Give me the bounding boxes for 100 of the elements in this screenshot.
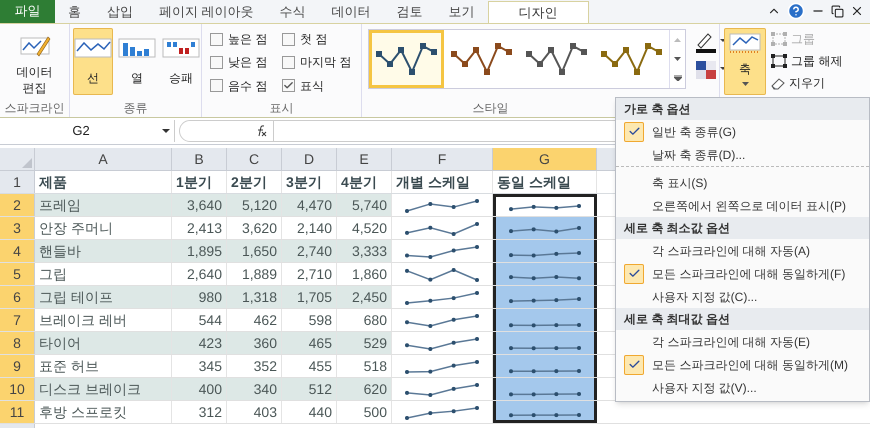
check-icon — [624, 354, 644, 374]
table-cell: 620 — [337, 378, 392, 400]
menu-item[interactable]: 모든 스파크라인에 대해 동일하게(M) — [616, 353, 869, 376]
row-header[interactable]: 1 — [0, 171, 35, 193]
table-cell: 980 — [172, 286, 227, 308]
checkbox[interactable]: 표식 — [282, 76, 362, 96]
column-header[interactable]: A — [35, 148, 172, 170]
table-cell: 5,740 — [337, 194, 392, 216]
group-command-button[interactable]: 그룹 해제 — [770, 51, 842, 70]
checkbox[interactable]: 마지막 점 — [282, 52, 362, 72]
column-heading: 4분기 — [337, 171, 392, 193]
axis-button[interactable]: 축 — [724, 28, 766, 95]
row-header[interactable]: 2 — [0, 194, 35, 216]
caret-icon — [742, 82, 748, 86]
table-cell: 340 — [227, 378, 282, 400]
checkbox[interactable]: 첫 점 — [282, 29, 362, 49]
menu-item[interactable]: 각 스파크라인에 대해 자동(E) — [616, 330, 869, 353]
checkbox[interactable]: 높은 점 — [210, 29, 282, 49]
ribbon-tab[interactable]: 보기 — [436, 1, 488, 23]
table-cell: 3,640 — [172, 194, 227, 216]
edit-data-button[interactable]: 데이터 편집 — [14, 32, 54, 96]
column-header[interactable]: E — [337, 148, 392, 170]
menu-item[interactable]: 날짜 축 종류(D)... — [616, 143, 869, 167]
dropdown-arrow-icon[interactable] — [162, 129, 170, 133]
checkbox[interactable]: 음수 점 — [210, 76, 282, 96]
row-header[interactable]: 9 — [0, 355, 35, 377]
check-icon — [283, 80, 294, 92]
menu-section-title: 세로 축 최대값 옵션 — [616, 308, 869, 330]
table-cell: 2,450 — [337, 286, 392, 308]
check-icon — [624, 122, 644, 142]
sparkline-type-button[interactable]: 선 — [73, 28, 113, 95]
table-cell: 1,705 — [282, 286, 337, 308]
row-header[interactable]: 8 — [0, 332, 35, 354]
ribbon-tab[interactable]: 삽입 — [94, 1, 146, 23]
column-heading: 동일 스케일 — [493, 171, 597, 193]
column-heading: 3분기 — [282, 171, 337, 193]
menu-section-title: 세로 축 최소값 옵션 — [616, 217, 869, 239]
ribbon-tab[interactable]: 데이터 — [318, 1, 384, 23]
row-header[interactable]: 10 — [0, 378, 35, 400]
name-box[interactable]: G2 — [0, 120, 175, 142]
marker-color-icon[interactable] — [694, 59, 726, 81]
row-header[interactable]: 5 — [0, 263, 35, 285]
menu-item[interactable]: 각 스파크라인에 대해 자동(A) — [616, 239, 869, 262]
column-heading: 1분기 — [172, 171, 227, 193]
menu-item[interactable]: 축 표시(S) — [616, 171, 869, 194]
table-cell: 512 — [282, 378, 337, 400]
ribbon-tab[interactable]: 수식 — [266, 1, 319, 23]
more-arrow-icon — [674, 75, 682, 82]
close-icon[interactable] — [850, 4, 864, 18]
group-command-button[interactable]: 지우기 — [770, 73, 842, 92]
up-arrow-icon — [674, 38, 681, 42]
table-cell: 1,650 — [227, 240, 282, 262]
column-heading: 2분기 — [227, 171, 282, 193]
table-cell: 465 — [282, 332, 337, 354]
column-header[interactable]: G — [493, 148, 597, 170]
menu-item[interactable]: 오른쪽에서 왼쪽으로 데이터 표시(P) — [616, 194, 869, 217]
group-label: 종류 — [122, 100, 148, 117]
pen-color-icon[interactable] — [694, 31, 726, 53]
row-header[interactable]: 4 — [0, 240, 35, 262]
table-cell: 핸들바 — [35, 240, 172, 262]
axis-chart-icon — [728, 32, 762, 54]
file-tab[interactable]: 파일 — [0, 0, 55, 23]
ribbon-tab[interactable]: 홈 — [55, 1, 94, 23]
column-header[interactable]: B — [172, 148, 227, 170]
table-cell: 5,120 — [227, 194, 282, 216]
group-icon — [770, 52, 788, 68]
function-icon[interactable] — [255, 125, 267, 137]
menu-item[interactable]: 일반 축 종류(G) — [616, 120, 869, 143]
group-label: 스파크라인 — [4, 100, 66, 117]
menu-item[interactable]: 모든 스파크라인에 대해 동일하게(F) — [616, 262, 869, 285]
sparkline-type-button[interactable]: 열 — [117, 28, 157, 95]
group-label: 스타일 — [472, 101, 508, 115]
column-header[interactable]: C — [227, 148, 282, 170]
table-cell: 4,470 — [282, 194, 337, 216]
sparkline-type-button[interactable]: 승패 — [161, 28, 201, 95]
table-cell: 1,318 — [227, 286, 282, 308]
row-header[interactable]: 11 — [0, 401, 35, 423]
row-header[interactable]: 6 — [0, 286, 35, 308]
table-cell: 타이어 — [35, 332, 172, 354]
table-cell: 360 — [227, 332, 282, 354]
checkbox[interactable]: 낮은 점 — [210, 52, 282, 72]
menu-item[interactable]: 사용자 지정 값(C)... — [616, 285, 869, 308]
column-heading: 제품 — [35, 171, 172, 193]
ribbon-tab[interactable]: 디자인 — [488, 1, 589, 23]
table-cell: 423 — [172, 332, 227, 354]
ribbon-tab[interactable]: 페이지 레이아웃 — [146, 1, 267, 23]
column-header[interactable]: D — [282, 148, 337, 170]
row-header[interactable]: 3 — [0, 217, 35, 239]
row-header[interactable]: 7 — [0, 309, 35, 331]
group-icon — [770, 30, 788, 46]
restore-icon[interactable] — [831, 4, 844, 18]
ribbon-tab[interactable]: 검토 — [384, 1, 436, 23]
style-option[interactable] — [369, 30, 444, 88]
table-cell: 그립 테이프 — [35, 286, 172, 308]
help-icon[interactable] — [787, 2, 805, 20]
table-cell: 529 — [337, 332, 392, 354]
table-cell: 디스크 브레이크 — [35, 378, 172, 400]
table-cell: 프레임 — [35, 194, 172, 216]
menu-item[interactable]: 사용자 지정 값(V)... — [616, 376, 869, 399]
triangle-icon — [22, 158, 32, 168]
